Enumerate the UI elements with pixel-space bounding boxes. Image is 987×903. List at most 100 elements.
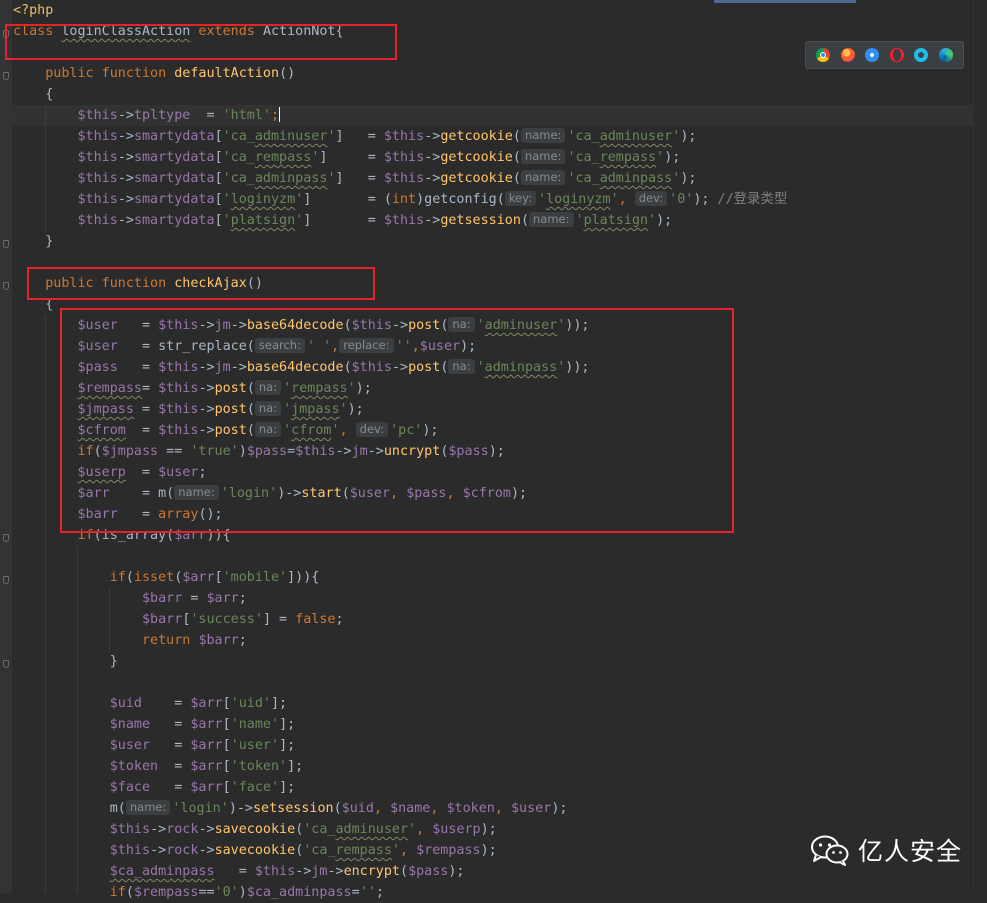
code-line[interactable]: return $barr;: [13, 630, 247, 651]
text-caret: [279, 107, 281, 122]
fold-marker[interactable]: [3, 660, 9, 668]
code-token: }: [13, 654, 118, 669]
watermark: 亿人安全: [810, 832, 962, 868]
string-token: 'ca_: [303, 843, 336, 858]
code-line[interactable]: <?php: [13, 0, 53, 21]
code-line[interactable]: $uid = $arr['uid'];: [13, 693, 287, 714]
variable-token: jm: [311, 864, 328, 879]
string-token: '0': [669, 192, 694, 207]
string-token: 'mobile': [222, 570, 288, 585]
code-line[interactable]: $this->rock->savecookie('ca_adminuser', …: [13, 819, 497, 840]
code-line[interactable]: }: [13, 651, 118, 672]
code-line[interactable]: $this->smartydata['platsign'] = $this->g…: [13, 210, 672, 231]
chrome-icon[interactable]: [816, 48, 831, 62]
string-token: adminuser: [599, 129, 673, 144]
code-token: [: [214, 570, 223, 585]
code-line[interactable]: $this->smartydata['ca_rempass'] = $this-…: [13, 147, 680, 168]
code-line[interactable]: $this->tpltype = 'html';: [13, 105, 281, 126]
firefox-icon[interactable]: [840, 48, 855, 62]
code-token: (: [512, 171, 521, 186]
code-line[interactable]: $token = $arr['token'];: [13, 756, 304, 777]
string-token: 'ca_: [222, 129, 255, 144]
keyword-token: ,: [416, 822, 433, 837]
code-token: [: [214, 129, 223, 144]
code-line[interactable]: }: [13, 231, 53, 252]
code-line[interactable]: $barr = $arr;: [13, 588, 247, 609]
fold-marker[interactable]: [3, 72, 9, 80]
ie-icon[interactable]: [914, 48, 929, 62]
code-line[interactable]: $face = $arr['face'];: [13, 777, 295, 798]
code-line[interactable]: $this->smartydata['ca_adminpass'] = $thi…: [13, 168, 696, 189]
code-line[interactable]: $ca_adminpass = $this->jm->encrypt($pass…: [13, 861, 465, 882]
code-line[interactable]: $this->smartydata['loginyzm'] = (int)get…: [13, 189, 787, 210]
string-token: 'success': [190, 612, 263, 627]
code-token: ->: [117, 129, 134, 144]
code-token: (: [125, 570, 134, 585]
function-token: setsession: [253, 801, 334, 816]
code-token: ->: [117, 150, 134, 165]
variable-token: $face: [109, 780, 151, 795]
code-token: ->: [424, 213, 441, 228]
code-token: );: [656, 213, 673, 228]
code-token: );: [448, 864, 465, 879]
safari-icon[interactable]: [865, 48, 880, 62]
code-line[interactable]: $barr['success'] = false;: [13, 609, 344, 630]
variable-token: $token: [109, 759, 159, 774]
parameter-hint: name:: [125, 800, 171, 815]
code-token: }: [13, 234, 54, 249]
code-line[interactable]: m(name:'login')->setsession($uid, $name,…: [13, 798, 567, 819]
code-token: m(: [13, 801, 126, 816]
code-line[interactable]: if(isset($arr['mobile'])){: [13, 567, 320, 588]
string-token: 'name': [230, 717, 280, 732]
code-line[interactable]: public function defaultAction(): [13, 63, 295, 84]
opera-icon[interactable]: [889, 48, 904, 62]
edge-icon[interactable]: [938, 48, 953, 62]
string-token: adminuser: [254, 129, 328, 144]
variable-token: $this: [383, 171, 425, 186]
variable-token: $arr: [190, 696, 223, 711]
code-token: ] =: [262, 612, 296, 627]
function-token: defaultAction: [174, 66, 280, 81]
code-token: [: [222, 759, 231, 774]
keyword-token: int: [391, 192, 417, 207]
variable-token: $name: [109, 717, 151, 732]
string-token: adminpass: [599, 171, 673, 186]
code-token: ];: [279, 780, 296, 795]
code-line[interactable]: $user = $arr['user'];: [13, 735, 295, 756]
string-token: adminpass: [254, 171, 328, 186]
variable-token: $this: [254, 864, 296, 879]
variable-token: $name: [390, 801, 431, 816]
variable-token: $this: [383, 150, 425, 165]
code-line[interactable]: {: [13, 84, 53, 105]
fold-marker[interactable]: [3, 534, 9, 542]
variable-token: $rempass: [416, 843, 481, 858]
fold-marker[interactable]: [3, 282, 9, 290]
fold-marker[interactable]: [3, 240, 9, 248]
code-line[interactable]: $this->rock->savecookie('ca_rempass', $r…: [13, 840, 497, 861]
vertical-scrollbar[interactable]: [973, 0, 987, 893]
code-token: (: [520, 213, 529, 228]
code-line[interactable]: $name = $arr['name'];: [13, 714, 295, 735]
code-token: [: [222, 738, 231, 753]
code-token: [: [214, 192, 223, 207]
code-token: =: [150, 738, 191, 753]
fold-marker[interactable]: [3, 576, 9, 584]
string-token: ': [656, 150, 665, 165]
parameter-hint: dev:: [634, 191, 668, 206]
keyword-token: isset: [133, 570, 175, 585]
variable-token: $user: [109, 738, 151, 753]
code-token: =: [214, 864, 255, 879]
string-token: ': [610, 192, 619, 207]
code-token: ->: [117, 108, 134, 123]
variable-token: rock: [166, 822, 199, 837]
variable-token: $arr: [190, 738, 223, 753]
variable-token: $this: [383, 129, 425, 144]
code-token: )->: [228, 801, 253, 816]
code-line[interactable]: $this->smartydata['ca_adminuser'] = $thi…: [13, 126, 696, 147]
